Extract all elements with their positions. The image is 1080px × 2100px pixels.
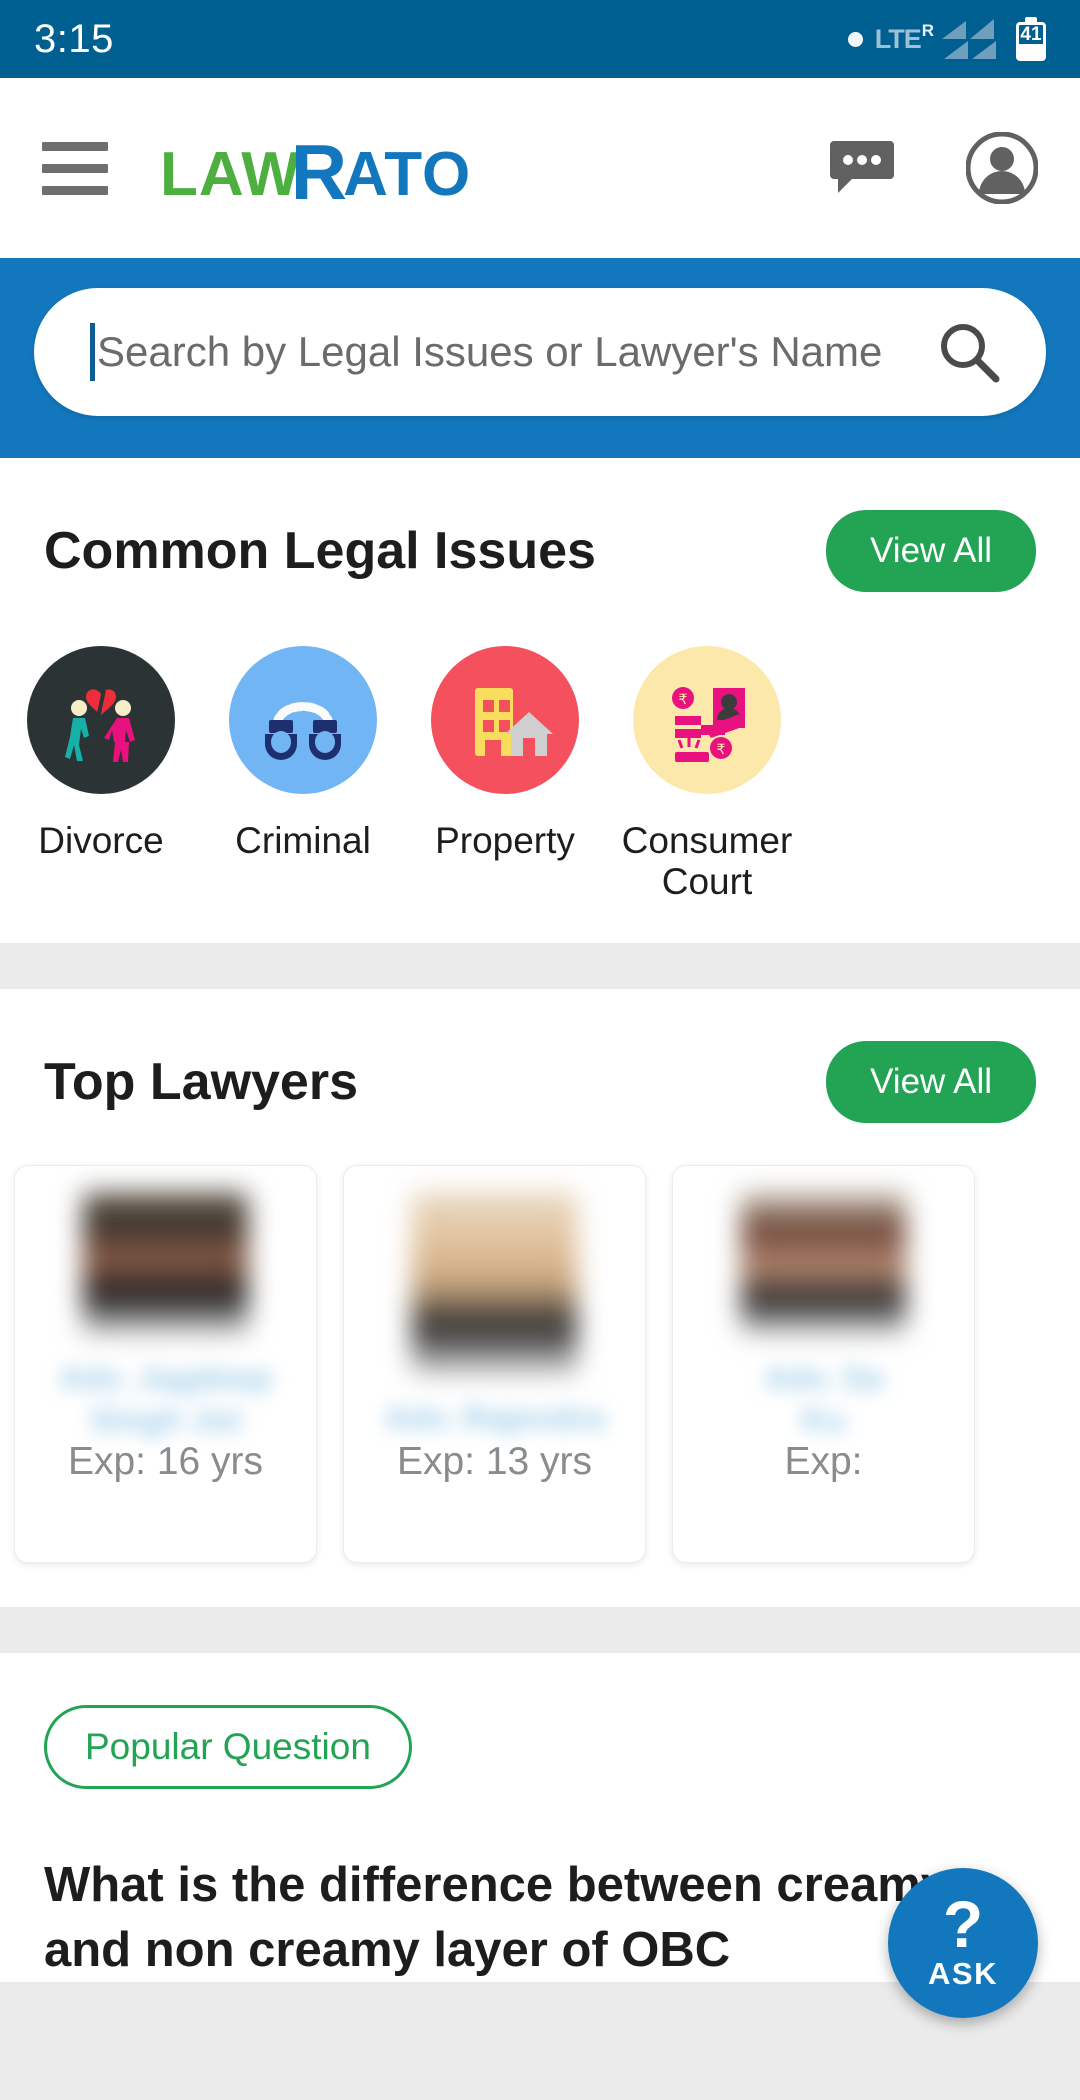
lawyer-card[interactable]: Adv. Jagdeep Singh Jot Exp: 16 yrs <box>14 1164 317 1563</box>
search-placeholder: Search by Legal Issues or Lawyer's Name <box>97 328 883 375</box>
category-label: Consumer Court <box>621 820 793 903</box>
lawyer-card[interactable]: Adv. Sa Ku Exp: <box>672 1164 975 1563</box>
lawyer-card-carousel[interactable]: Adv. Jagdeep Singh Jot Exp: 16 yrs Adv. R… <box>0 1123 1080 1607</box>
handcuffs-icon <box>229 646 377 794</box>
lawyer-name: Adv. Jagdeep Singh Jot <box>59 1359 272 1438</box>
search-icon[interactable] <box>938 321 1000 383</box>
app-bar: LAW R ATO <box>0 78 1080 258</box>
status-indicators: LTE R 41 <box>847 17 1046 61</box>
top-lawyers-section: Top Lawyers View All Adv. Jagdeep Singh J… <box>0 988 1080 1607</box>
text-caret <box>90 323 95 381</box>
lawrato-logo[interactable]: LAW R ATO <box>160 129 472 211</box>
question-mark-icon: ? <box>942 1886 984 1961</box>
lawyer-avatar <box>83 1191 248 1336</box>
ask-label: ASK <box>928 1956 998 1992</box>
popular-question-text[interactable]: What is the difference between creamy an… <box>44 1853 1036 1982</box>
logo-text-ato: ATO <box>343 140 472 209</box>
category-item-property[interactable]: Property <box>404 646 606 903</box>
category-label: Criminal <box>235 820 371 861</box>
roaming-label: R <box>921 20 934 40</box>
lawyer-avatar <box>412 1191 577 1375</box>
category-label: Divorce <box>38 820 164 861</box>
svg-text:₹: ₹ <box>717 742 726 758</box>
ask-question-fab[interactable]: ? ASK <box>888 1868 1038 2018</box>
lawyer-experience: Exp: <box>784 1439 863 1483</box>
network-indicator: LTE R <box>874 20 934 55</box>
view-all-common-issues-button[interactable]: View All <box>826 510 1036 592</box>
lawyer-avatar <box>741 1191 906 1336</box>
battery-level-label: 41 <box>1020 24 1042 45</box>
question-line-1: What is the difference between creamy <box>44 1857 949 1912</box>
chat-bubble-icon[interactable] <box>830 135 904 201</box>
signal-bars-icon <box>942 17 998 61</box>
search-band: Search by Legal Issues or Lawyer's Name <box>0 258 1080 458</box>
notification-dot-icon <box>847 31 863 47</box>
category-item-criminal[interactable]: Criminal <box>202 646 404 903</box>
category-item-consumer-court[interactable]: ₹ ₹ Consumer Court <box>606 646 808 903</box>
logo-text-r: R <box>290 128 348 216</box>
account-circle-icon[interactable] <box>966 132 1038 204</box>
divorce-couple-icon <box>27 646 175 794</box>
building-house-icon <box>431 646 579 794</box>
search-input[interactable]: Search by Legal Issues or Lawyer's Name <box>34 288 1046 416</box>
lawyer-card[interactable]: Adv. Rajendra Exp: 13 yrs <box>343 1164 646 1563</box>
category-label: Property <box>435 820 575 861</box>
status-time: 3:15 <box>34 16 114 61</box>
section-divider <box>0 942 1080 989</box>
category-item-divorce[interactable]: Divorce <box>0 646 202 903</box>
view-all-top-lawyers-button[interactable]: View All <box>826 1040 1036 1123</box>
lawyer-experience: Exp: 16 yrs <box>67 1439 264 1483</box>
category-list: Divorce Criminal Property ₹ ₹ Consumer C… <box>0 592 1080 903</box>
section-divider <box>0 1606 1080 1653</box>
network-type-label: LTE <box>874 23 922 54</box>
common-legal-issues-section: Common Legal Issues View All Divorce Cri… <box>0 458 1080 943</box>
battery-icon: 41 <box>1016 17 1046 61</box>
lawyer-name: Adv. Rajendra <box>384 1398 605 1436</box>
app-screen: 3:15 LTE R 41 LAW R ATO Search by Legal … <box>0 0 1080 2100</box>
consumer-court-icon: ₹ ₹ <box>633 646 781 794</box>
page-title-top-lawyers: Top Lawyers <box>44 1052 359 1111</box>
lawyer-experience: Exp: 13 yrs <box>396 1439 593 1483</box>
svg-text:₹: ₹ <box>679 692 688 708</box>
status-badge-popular-question: Popular Question <box>44 1704 412 1789</box>
hamburger-menu-icon[interactable] <box>42 141 108 195</box>
status-bar: 3:15 LTE R 41 <box>0 0 1080 78</box>
logo-text-law: LAW <box>160 140 301 209</box>
page-title-common-issues: Common Legal Issues <box>44 522 596 580</box>
lawyer-name: Adv. Sa Ku <box>764 1359 883 1438</box>
question-line-2: and non creamy layer of OBC <box>44 1922 731 1977</box>
